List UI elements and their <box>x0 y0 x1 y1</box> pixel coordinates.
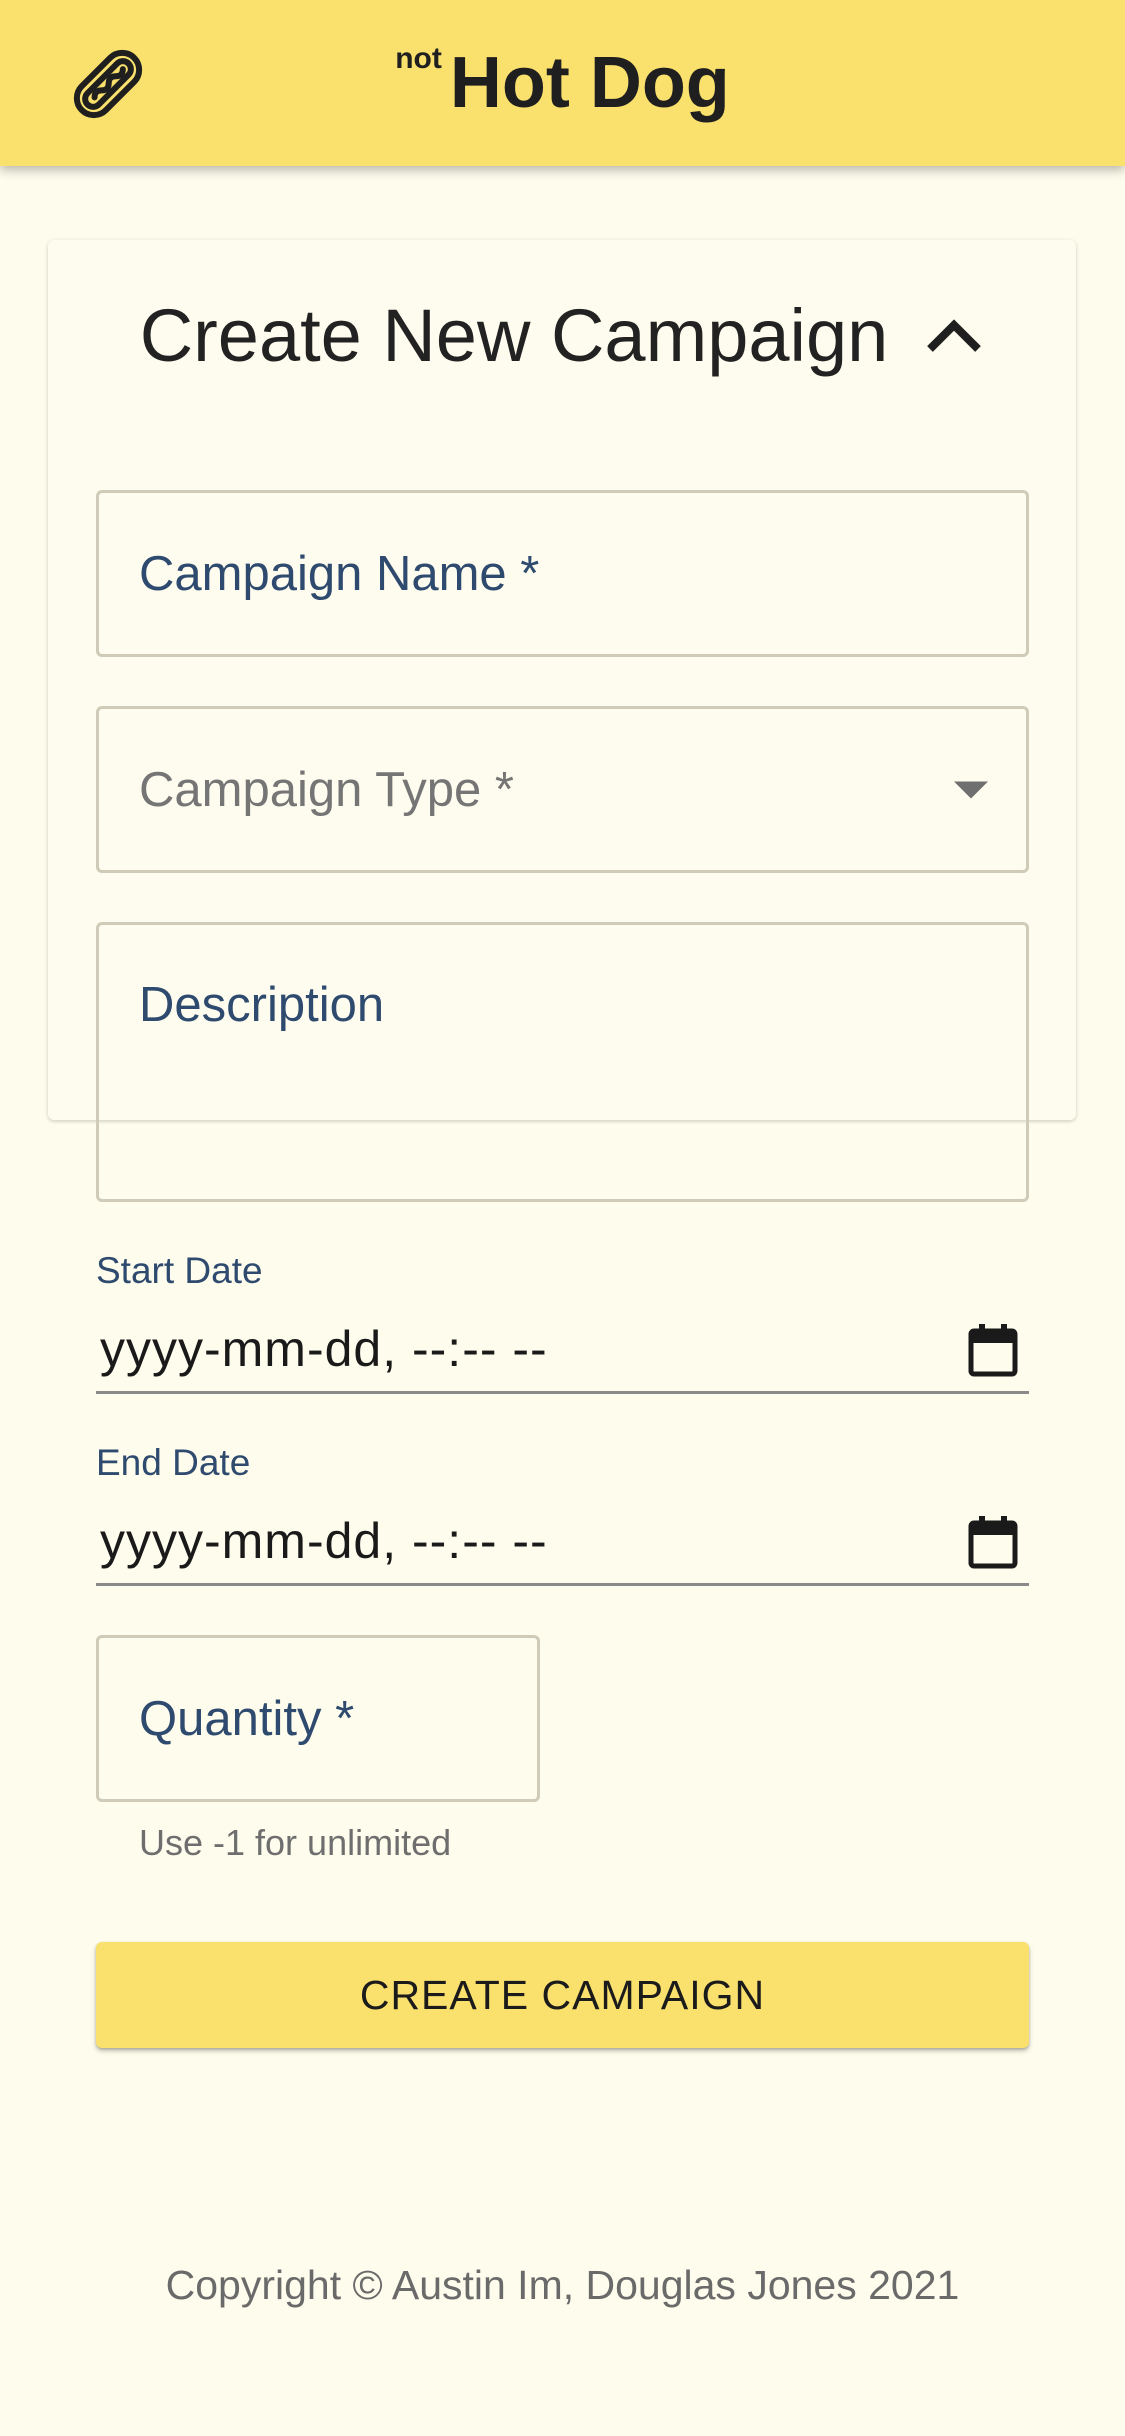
description-field[interactable]: Description <box>96 922 1029 1202</box>
create-campaign-button[interactable]: CREATE CAMPAIGN <box>96 1942 1029 2048</box>
end-date-input[interactable]: yyyy-mm-dd, --:-- -- <box>96 1506 1029 1586</box>
quantity-label: Quantity * <box>139 1691 355 1746</box>
start-date-value: yyyy-mm-dd, --:-- -- <box>100 1321 548 1377</box>
description-label: Description <box>139 978 385 1032</box>
footer-copyright: Copyright © Austin Im, Douglas Jones 202… <box>165 2262 960 2308</box>
quantity-field[interactable]: Quantity * <box>96 1635 540 1802</box>
end-date-label: End Date <box>96 1442 251 1483</box>
campaign-type-select[interactable]: Campaign Type * <box>96 706 1029 873</box>
calendar-icon[interactable] <box>967 1322 1019 1378</box>
create-campaign-toggle[interactable]: Create New Campaign <box>48 240 1076 430</box>
brand-title: not Hot Dog <box>0 0 1125 166</box>
card-title: Create New Campaign <box>139 293 889 377</box>
start-date-label: Start Date <box>96 1250 263 1291</box>
campaign-type-label: Campaign Type * <box>139 762 514 817</box>
chevron-up-icon <box>927 319 982 352</box>
end-date-value: yyyy-mm-dd, --:-- -- <box>100 1513 548 1569</box>
quantity-helper-text: Use -1 for unlimited <box>139 1822 452 1863</box>
calendar-icon[interactable] <box>967 1514 1019 1570</box>
dropdown-arrow-icon <box>954 781 988 798</box>
campaign-name-label: Campaign Name * <box>139 546 540 601</box>
brand-prefix: not <box>395 42 442 75</box>
brand-name: Hot Dog <box>449 43 730 123</box>
campaign-name-field[interactable]: Campaign Name * <box>96 490 1029 657</box>
app-bar: not Hot Dog <box>0 0 1125 166</box>
start-date-input[interactable]: yyyy-mm-dd, --:-- -- <box>96 1314 1029 1394</box>
